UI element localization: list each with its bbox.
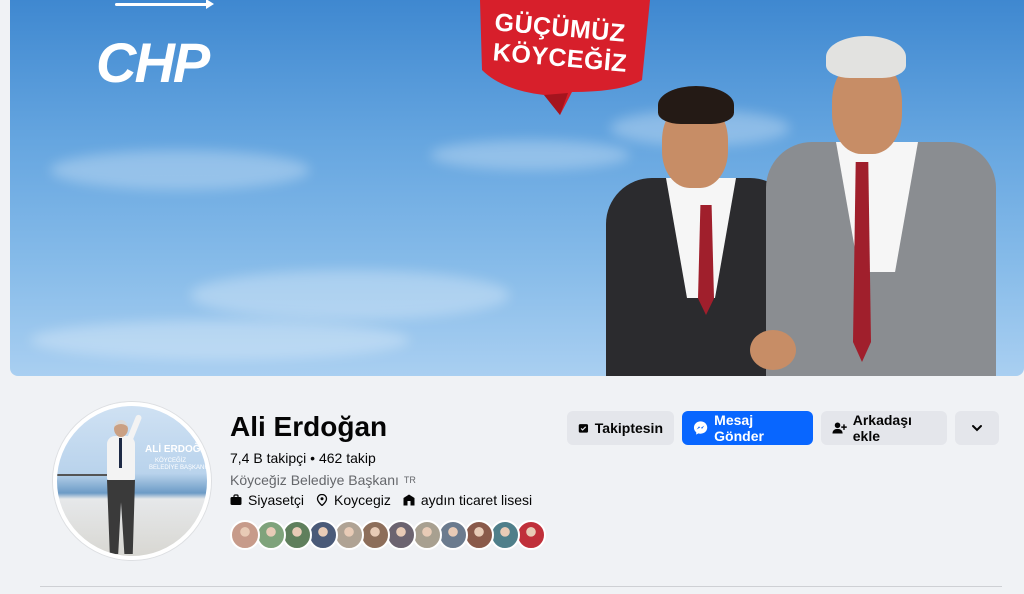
arrow-icon xyxy=(206,0,214,9)
mutual-friend-avatar[interactable] xyxy=(490,520,520,550)
mutual-friend-avatar[interactable] xyxy=(256,520,286,550)
profile-details: Siyasetçi Koycegiz aydın ticaret lisesi xyxy=(230,492,532,508)
detail-occupation: Siyasetçi xyxy=(230,492,304,508)
mutual-friend-avatar[interactable] xyxy=(464,520,494,550)
mutual-friend-avatar[interactable] xyxy=(230,520,260,550)
mutual-friend-avatar[interactable] xyxy=(516,520,546,550)
profile-name: Ali Erdoğan xyxy=(230,411,388,442)
messenger-icon xyxy=(693,421,708,435)
avatar-subtitle-1: KÖYCEĞİZ xyxy=(155,458,187,464)
avatar-name-text: ALİ ERDOĞAN xyxy=(145,444,211,455)
mutual-friend-avatar[interactable] xyxy=(438,520,468,550)
mutual-friend-avatar[interactable] xyxy=(334,520,364,550)
avatar-subtitle-2: BELEDİYE BAŞKANI xyxy=(149,465,207,471)
cover-arrow-line xyxy=(115,3,211,6)
chevron-down-icon xyxy=(972,425,982,432)
profile-bio: Köyceğiz Belediye Başkanı TR xyxy=(230,472,416,488)
section-divider xyxy=(40,586,1002,587)
mutual-friend-avatar[interactable] xyxy=(412,520,442,550)
followers-link[interactable]: 7,4 B takipçi xyxy=(230,450,306,466)
mutual-friend-avatar[interactable] xyxy=(360,520,390,550)
mutual-friend-avatar[interactable] xyxy=(308,520,338,550)
add-friend-icon xyxy=(832,422,847,434)
profile-page: CHP GÜÇÜMÜZ KÖYCEĞİZ ALİ ERDOĞAN KÖYCEĞİ… xyxy=(0,0,1024,594)
bio-text: Köyceğiz Belediye Başkanı xyxy=(230,472,399,488)
following-button[interactable]: Takiptesin xyxy=(567,411,674,445)
mutual-friends xyxy=(230,520,546,550)
detail-location[interactable]: Koycegiz xyxy=(316,492,391,508)
mutual-friend-avatar[interactable] xyxy=(386,520,416,550)
detail-education[interactable]: aydın ticaret lisesi xyxy=(403,492,532,508)
add-friend-button[interactable]: Arkadaşı ekle xyxy=(821,411,947,445)
following-link[interactable]: 462 takip xyxy=(319,450,376,466)
send-message-button[interactable]: Mesaj Gönder xyxy=(682,411,813,445)
rss-check-icon xyxy=(578,424,589,433)
party-logo: CHP xyxy=(96,31,210,94)
location-pin-icon xyxy=(316,494,328,506)
school-icon xyxy=(403,494,415,506)
bio-flag: TR xyxy=(403,475,416,485)
briefcase-icon xyxy=(230,494,242,505)
profile-avatar[interactable]: ALİ ERDOĞAN KÖYCEĞİZ BELEDİYE BAŞKANI xyxy=(53,402,211,560)
cover-photo[interactable]: CHP GÜÇÜMÜZ KÖYCEĞİZ xyxy=(10,0,1024,376)
more-options-button[interactable] xyxy=(955,411,999,445)
stats-separator: • xyxy=(310,450,316,466)
avatar-railing xyxy=(57,474,107,476)
mutual-friend-avatar[interactable] xyxy=(282,520,312,550)
profile-stats: 7,4 B takipçi • 462 takip xyxy=(230,450,376,466)
